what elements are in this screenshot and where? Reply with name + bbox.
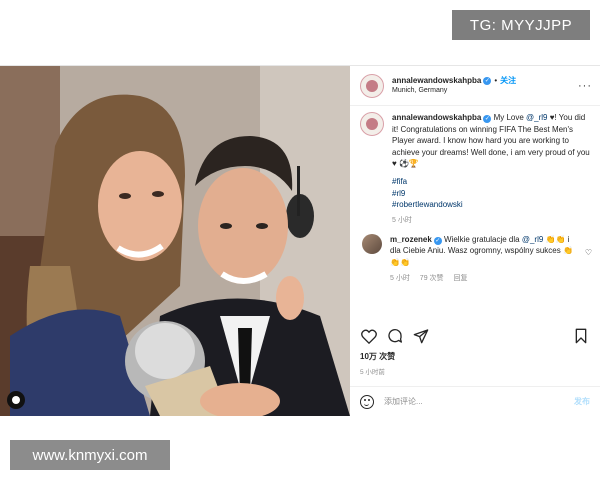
- comment-meta: 5 小时 79 次赞 回复: [390, 274, 581, 284]
- add-comment-bar: 添加评论... 发布: [350, 386, 600, 416]
- emoji-icon[interactable]: [360, 394, 374, 409]
- caption-time: 5 小时: [392, 216, 412, 224]
- caption-mention[interactable]: @_rl9: [526, 113, 547, 122]
- hashtag[interactable]: #fifa: [392, 176, 592, 188]
- post-photo[interactable]: [0, 66, 350, 416]
- comment-likes[interactable]: 79 次赞: [420, 275, 444, 282]
- caption-meta: 5 小时: [392, 216, 592, 226]
- comment-heart-icon[interactable]: ♡: [585, 248, 592, 284]
- comment-time: 5 小时: [390, 274, 410, 282]
- hashtag[interactable]: #rl9: [392, 188, 592, 200]
- comment: m_rozenek ✓ Wielkie gratulacje dla @_rl9 …: [360, 233, 592, 284]
- share-icon[interactable]: [412, 327, 430, 345]
- caption-username[interactable]: annalewandowskahpba: [392, 113, 481, 122]
- post-actions: [360, 326, 590, 346]
- comments-list: annalewandowskahpba ✓ My Love @_rl9 ♥! Yo…: [360, 112, 592, 292]
- caption-text: My Love: [491, 113, 527, 122]
- author-info: annalewandowskahpba ✓ • 关注 Munich, Germa…: [392, 76, 578, 94]
- comment-icon[interactable]: [386, 327, 404, 345]
- author-username[interactable]: annalewandowskahpba: [392, 76, 481, 85]
- site-watermark: www.knmyxi.com: [10, 440, 170, 470]
- post-header: annalewandowskahpba ✓ • 关注 Munich, Germa…: [350, 66, 600, 106]
- likes-count[interactable]: 10万 次赞: [360, 351, 395, 362]
- tag-user-icon[interactable]: [7, 391, 25, 409]
- verified-icon: ✓: [433, 237, 442, 246]
- post-location[interactable]: Munich, Germany: [392, 87, 578, 95]
- dot-separator: •: [494, 76, 498, 86]
- heart-icon[interactable]: [360, 327, 378, 345]
- post-time: 5 小时前: [360, 369, 385, 376]
- hashtags: #fifa #rl9 #robertlewandowski: [392, 176, 592, 211]
- follow-button[interactable]: 关注: [500, 76, 516, 85]
- reply-button[interactable]: 回复: [453, 275, 467, 282]
- caption-avatar[interactable]: [360, 112, 384, 136]
- comment-input[interactable]: 添加评论...: [384, 396, 574, 407]
- caption: annalewandowskahpba ✓ My Love @_rl9 ♥! Yo…: [360, 112, 592, 226]
- author-avatar[interactable]: [360, 73, 384, 98]
- comment-mention[interactable]: @_rl9: [522, 235, 543, 244]
- commenter-avatar[interactable]: [362, 233, 382, 254]
- post-sidebar: annalewandowskahpba ✓ • 关注 Munich, Germa…: [350, 66, 600, 416]
- instagram-post: annalewandowskahpba ✓ • 关注 Munich, Germa…: [0, 65, 600, 416]
- tg-watermark: TG: MYYJJPP: [452, 10, 590, 40]
- comment-text: Wielkie gratulacje dla: [441, 234, 522, 244]
- more-options-icon[interactable]: ···: [578, 80, 592, 92]
- post-comment-button[interactable]: 发布: [574, 396, 590, 407]
- bookmark-icon[interactable]: [572, 327, 590, 345]
- post-photo-illustration: [0, 66, 350, 416]
- comment-username[interactable]: m_rozenek: [390, 235, 432, 244]
- hashtag[interactable]: #robertlewandowski: [392, 199, 592, 211]
- verified-icon: ✓: [483, 76, 492, 85]
